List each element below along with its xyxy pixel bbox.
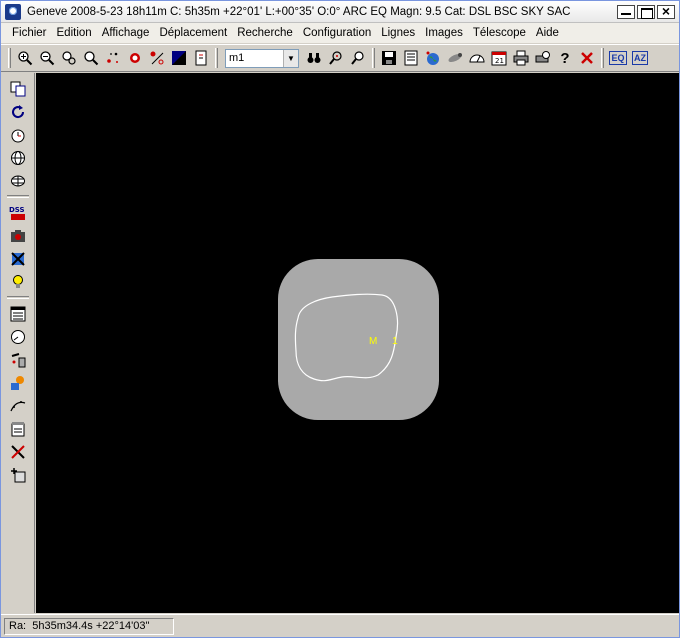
zoom-in-icon[interactable]	[14, 47, 36, 69]
object-image-patch	[278, 259, 439, 420]
toolbar-grip[interactable]	[8, 48, 11, 68]
shapes-icon[interactable]	[7, 372, 29, 394]
magnifier-icon[interactable]	[80, 47, 102, 69]
menu-deplacement[interactable]: Déplacement	[154, 27, 232, 39]
zoom-region-icon[interactable]	[58, 47, 80, 69]
toolbar-grip[interactable]	[215, 48, 218, 68]
menu-bar: Fichier Edition Affichage Déplacement Re…	[1, 23, 679, 43]
no-image-icon[interactable]	[7, 248, 29, 270]
notes-icon[interactable]	[7, 418, 29, 440]
main-toolbar: m1 ▼ 21 ? EQ AZ	[1, 44, 679, 72]
gauge-icon[interactable]	[466, 47, 488, 69]
coordinates-readout: Ra: 5h35m34.4s +22°14'03"	[4, 617, 174, 635]
printer-icon[interactable]	[510, 47, 532, 69]
left-toolbar: DSS	[1, 73, 35, 613]
telescope-icon[interactable]	[7, 349, 29, 371]
menu-images[interactable]: Images	[420, 27, 468, 39]
find-icon[interactable]	[325, 47, 347, 69]
minimize-button[interactable]	[617, 4, 635, 19]
planets-icon[interactable]	[146, 47, 168, 69]
svg-text:21: 21	[495, 57, 504, 65]
zoom-out-icon[interactable]	[36, 47, 58, 69]
help-icon[interactable]: ?	[554, 47, 576, 69]
az-label: AZ	[632, 51, 648, 65]
contrast-icon[interactable]	[168, 47, 190, 69]
toolbar-grip[interactable]	[6, 195, 29, 198]
curve-icon[interactable]	[7, 395, 29, 417]
calendar-icon[interactable]: 21	[488, 47, 510, 69]
maximize-button[interactable]	[637, 4, 655, 19]
app-icon[interactable]	[5, 3, 21, 20]
sky-chart-canvas[interactable]: M 1	[36, 73, 679, 613]
save-icon[interactable]	[378, 47, 400, 69]
horizon-grid-icon[interactable]	[7, 170, 29, 192]
window-controls	[617, 3, 675, 19]
app-window: Geneve 2008-5-23 18h11m C: 5h35m +22°01'…	[0, 0, 680, 638]
eq-label: EQ	[609, 51, 627, 65]
toolbar-grip[interactable]	[6, 296, 29, 299]
close-icon[interactable]	[576, 47, 598, 69]
copy-icon[interactable]	[7, 78, 29, 100]
document-icon[interactable]	[400, 47, 422, 69]
object-search-value: m1	[229, 52, 245, 64]
toolbar-grip[interactable]	[601, 48, 604, 68]
binoculars-icon[interactable]	[303, 47, 325, 69]
toolbar-grip[interactable]	[372, 48, 375, 68]
menu-aide[interactable]: Aide	[531, 27, 564, 39]
chevron-down-icon[interactable]: ▼	[283, 49, 298, 67]
menu-fichier[interactable]: Fichier	[7, 27, 52, 39]
nebula-icon[interactable]	[124, 47, 146, 69]
comet-icon[interactable]	[444, 47, 466, 69]
refresh-icon[interactable]	[7, 101, 29, 123]
add-object-icon[interactable]	[7, 464, 29, 486]
camera-icon[interactable]	[7, 225, 29, 247]
sky-chart[interactable]: M 1	[36, 73, 679, 613]
object-search-select[interactable]: m1 ▼	[225, 48, 299, 68]
status-bar: Ra: 5h35m34.4s +22°14'03"	[1, 614, 679, 637]
title-bar[interactable]: Geneve 2008-5-23 18h11m C: 5h35m +22°01'…	[1, 1, 679, 23]
menu-lignes[interactable]: Lignes	[376, 27, 420, 39]
stars-icon[interactable]	[102, 47, 124, 69]
menu-telescope[interactable]: Télescope	[468, 27, 531, 39]
eq-projection-button[interactable]: EQ	[607, 47, 629, 69]
dss-image-icon[interactable]: DSS	[7, 202, 29, 224]
menu-edition[interactable]: Edition	[52, 27, 97, 39]
tools-icon[interactable]	[7, 441, 29, 463]
az-projection-button[interactable]: AZ	[629, 47, 651, 69]
menu-recherche[interactable]: Recherche	[232, 27, 298, 39]
menu-affichage[interactable]: Affichage	[97, 27, 155, 39]
lightbulb-icon[interactable]	[7, 271, 29, 293]
compass-icon[interactable]	[7, 326, 29, 348]
catalog-list-icon[interactable]	[7, 303, 29, 325]
object-label[interactable]: M 1	[369, 336, 404, 347]
search-icon[interactable]	[347, 47, 369, 69]
globe-icon[interactable]	[422, 47, 444, 69]
svg-text:DSS: DSS	[9, 206, 25, 214]
page-icon[interactable]	[190, 47, 212, 69]
print-preview-icon[interactable]	[532, 47, 554, 69]
grid-globe-icon[interactable]	[7, 147, 29, 169]
close-window-button[interactable]	[657, 3, 675, 19]
menu-configuration[interactable]: Configuration	[298, 27, 376, 39]
clock-icon[interactable]	[7, 124, 29, 146]
window-title: Geneve 2008-5-23 18h11m C: 5h35m +22°01'…	[27, 5, 571, 18]
